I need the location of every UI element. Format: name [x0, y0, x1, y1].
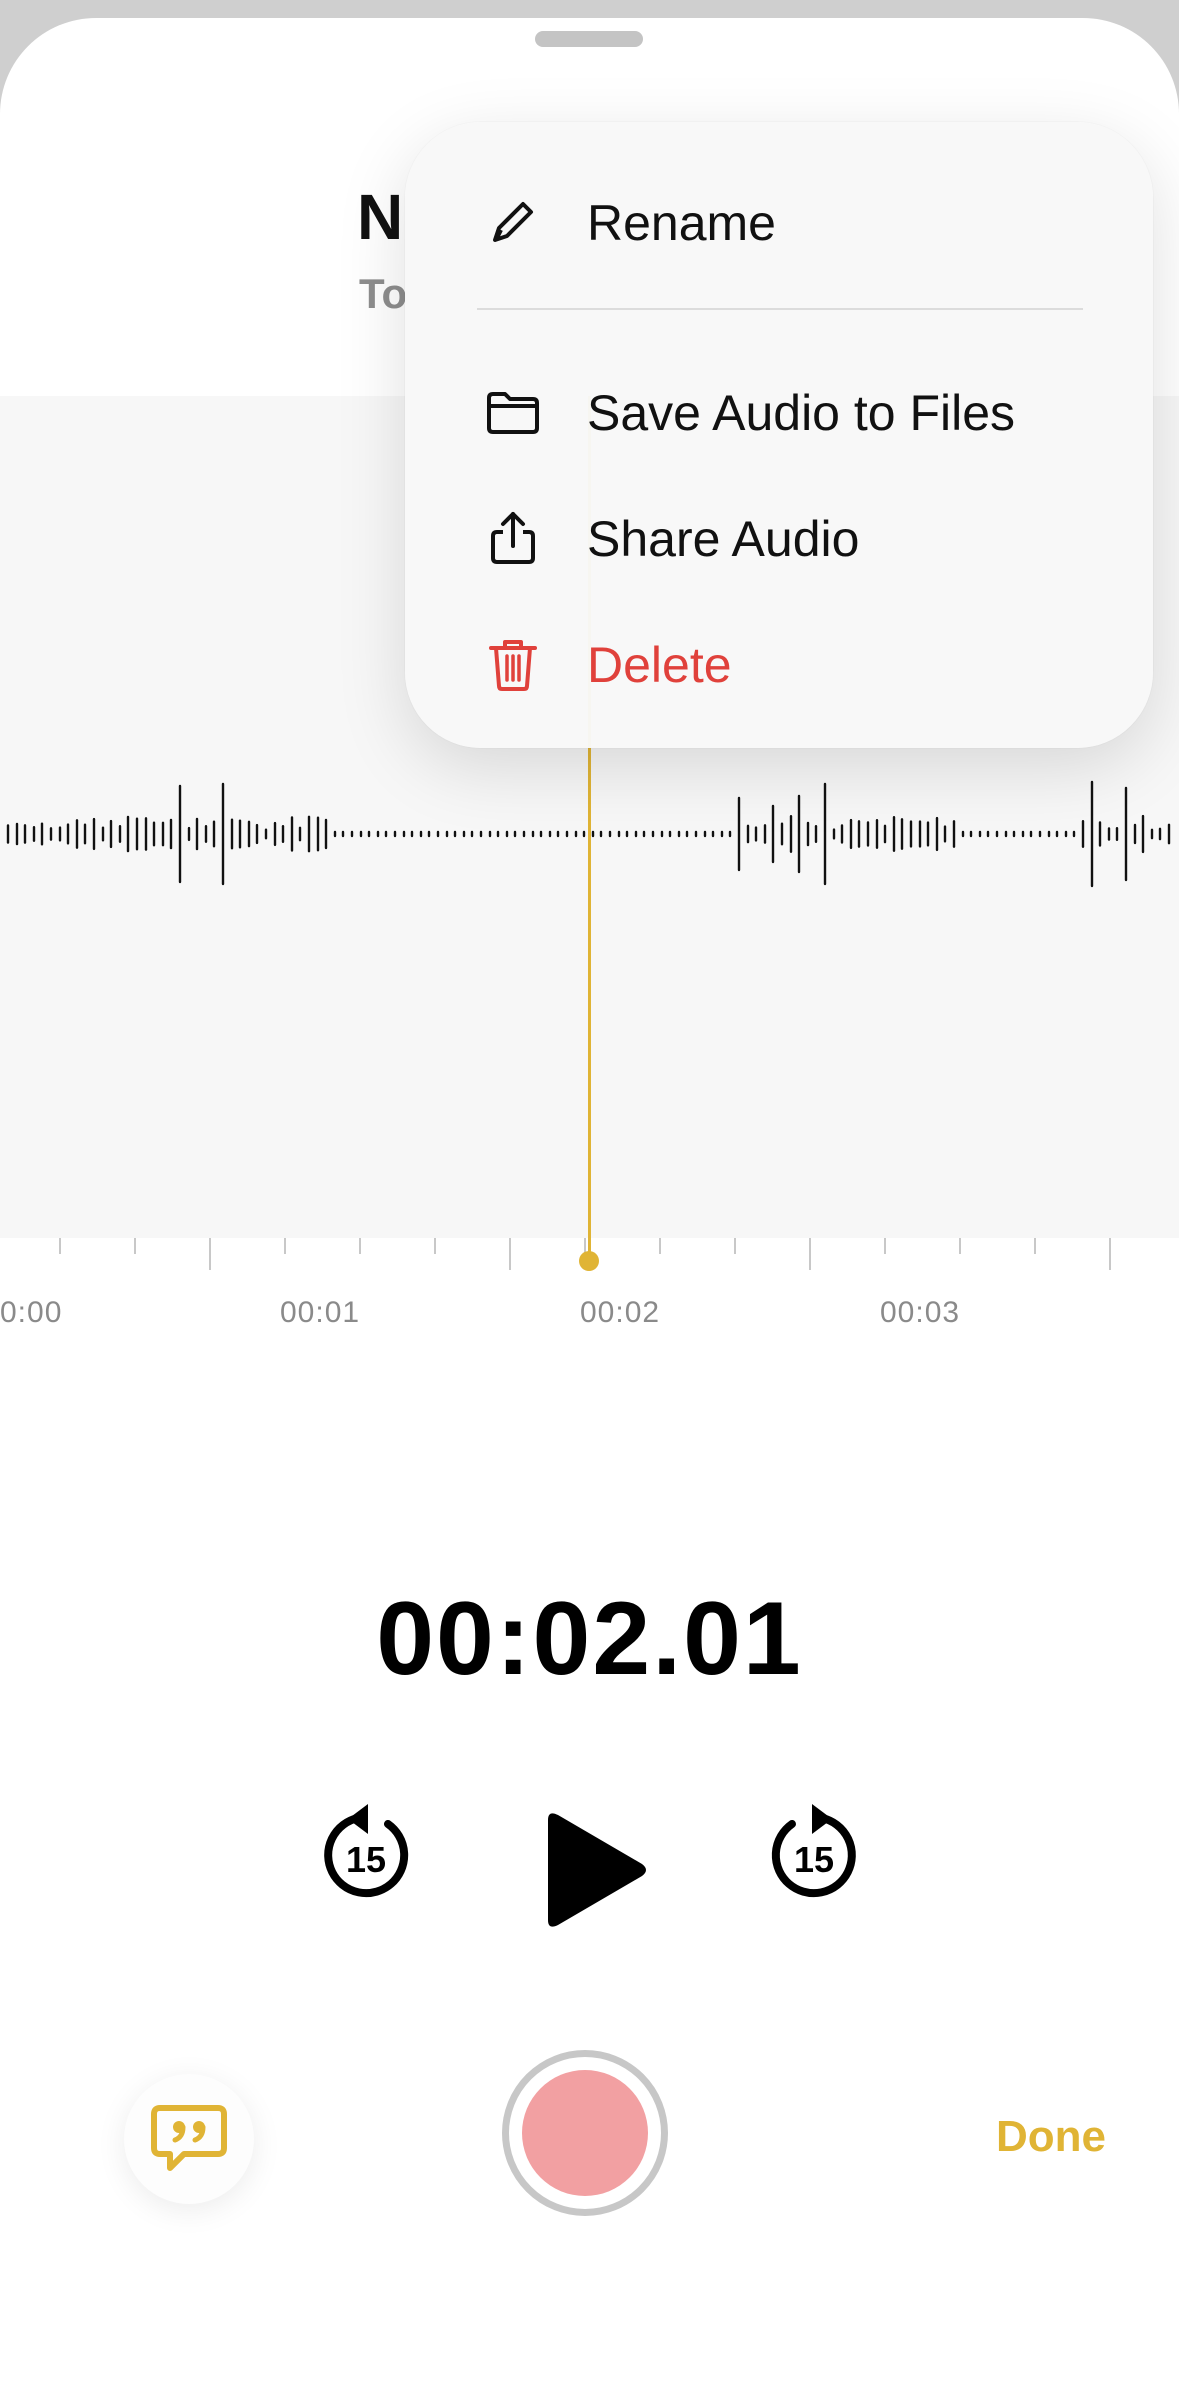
- time-label-3: 00:03: [880, 1296, 961, 1329]
- quote-bubble-icon: [151, 2105, 227, 2171]
- skip-forward-15-icon: 15: [771, 1804, 856, 1898]
- record-indicator: [522, 2070, 648, 2196]
- skip-back-15-icon: 15: [324, 1804, 409, 1898]
- transcript-button[interactable]: [124, 2074, 254, 2204]
- time-label-1: 00:01: [280, 1296, 361, 1329]
- menu-item-share-audio[interactable]: Share Audio: [405, 482, 1153, 592]
- time-label-2: 00:02: [580, 1296, 661, 1329]
- play-icon: [548, 1813, 646, 1927]
- done-button[interactable]: Done: [996, 2112, 1106, 2162]
- pencil-icon: [493, 202, 533, 242]
- share-icon: [491, 512, 535, 564]
- menu-divider: [477, 308, 1083, 310]
- menu-item-label: Share Audio: [587, 511, 860, 567]
- menu-item-delete[interactable]: Delete: [405, 608, 1153, 718]
- record-button[interactable]: [502, 2050, 668, 2216]
- menu-item-label: Delete: [587, 637, 732, 693]
- menu-item-label: Rename: [587, 195, 776, 251]
- skip-forward-button[interactable]: 15: [766, 1800, 862, 1904]
- recording-title[interactable]: N: [357, 180, 403, 254]
- trash-icon: [489, 640, 537, 691]
- menu-item-save-audio-to-files[interactable]: Save Audio to Files: [405, 356, 1153, 466]
- context-menu: Rename Save Audio to Files Share Audio D…: [405, 122, 1153, 748]
- elapsed-time: 00:02.01: [376, 1581, 803, 1697]
- playhead-handle[interactable]: [579, 1251, 599, 1271]
- skip-back-button[interactable]: 15: [318, 1800, 414, 1904]
- menu-item-label: Save Audio to Files: [587, 385, 1016, 441]
- play-button[interactable]: [538, 1808, 650, 1932]
- menu-item-rename[interactable]: Rename: [405, 166, 1153, 276]
- skip-forward-seconds: 15: [794, 1839, 834, 1880]
- recording-subtitle: To: [359, 270, 408, 317]
- time-label-0: 0:00: [0, 1296, 63, 1329]
- sheet-grabber[interactable]: [535, 31, 643, 47]
- skip-back-seconds: 15: [346, 1839, 386, 1880]
- folder-icon: [487, 392, 539, 434]
